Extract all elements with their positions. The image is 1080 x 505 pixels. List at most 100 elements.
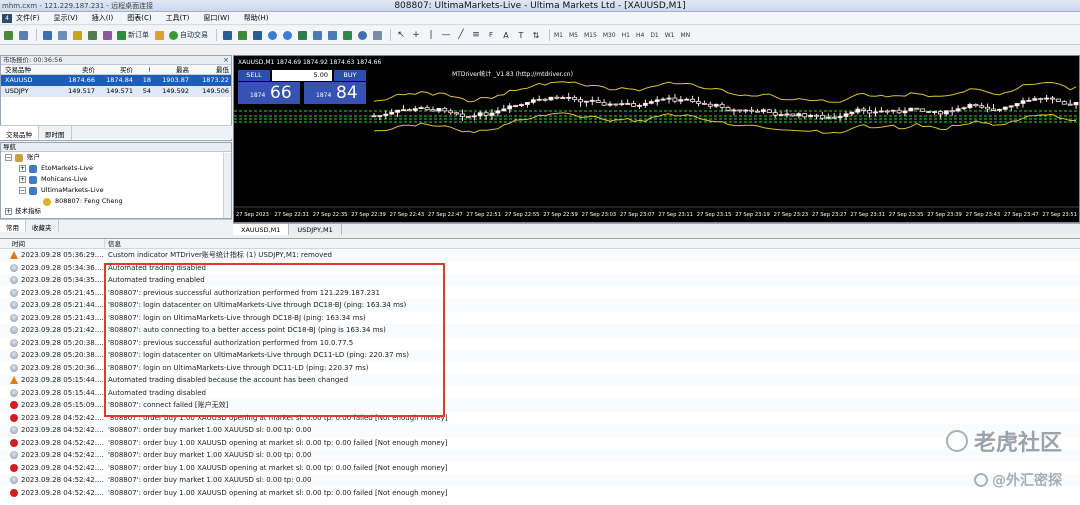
timeframe-m5[interactable]: M5 xyxy=(569,32,578,39)
new-chart-button[interactable] xyxy=(2,29,14,42)
journal-row[interactable]: 2023.09.28 05:36:29.... Custom indicator … xyxy=(0,249,1080,262)
metaeditor-button[interactable] xyxy=(153,29,165,42)
label-tool[interactable]: T xyxy=(515,29,527,42)
journal-row[interactable]: 2023.09.28 05:20:38.... '808807': previou… xyxy=(0,337,1080,350)
lot-size-input[interactable]: 5.00 xyxy=(272,70,332,81)
tab-common[interactable]: 常用 xyxy=(0,220,26,232)
expand-icon[interactable]: + xyxy=(19,176,26,183)
journal-row[interactable]: 2023.09.28 05:34:36.... Automated trading… xyxy=(0,262,1080,275)
menu-tools[interactable]: 工具(T) xyxy=(166,13,190,23)
journal-row[interactable]: 2023.09.28 04:52:42.... '808807': order b… xyxy=(0,437,1080,450)
tab-tick-chart[interactable]: 即时图 xyxy=(39,126,72,140)
menu-window[interactable]: 窗口(W) xyxy=(203,13,229,23)
expand-icon[interactable]: + xyxy=(19,165,26,172)
horizontal-line-tool[interactable]: — xyxy=(440,29,452,42)
nav-server-ultima[interactable]: − UltimaMarkets-Live xyxy=(1,185,231,196)
candles-button[interactable] xyxy=(236,29,248,42)
sell-price-box[interactable]: 1874 66 xyxy=(238,82,300,104)
journal-row[interactable]: 2023.09.28 05:20:36.... '808807': login o… xyxy=(0,362,1080,375)
navigator-scrollbar[interactable] xyxy=(223,153,231,218)
crosshair-tool[interactable]: + xyxy=(410,29,422,42)
menu-view[interactable]: 显示(V) xyxy=(54,13,78,23)
tester-button[interactable] xyxy=(101,29,113,42)
timeframe-m1[interactable]: M1 xyxy=(554,32,563,39)
buy-price-box[interactable]: 1874 84 xyxy=(304,82,366,104)
collapse-icon[interactable]: − xyxy=(19,187,26,194)
autoscroll-button[interactable] xyxy=(326,29,338,42)
arrows-tool[interactable]: ⇅ xyxy=(530,29,542,42)
timeframe-h4[interactable]: H4 xyxy=(636,32,644,39)
periods-button[interactable] xyxy=(356,29,368,42)
tile-windows-button[interactable] xyxy=(296,29,308,42)
templates-button[interactable] xyxy=(371,29,383,42)
channel-tool[interactable]: ≡ xyxy=(470,29,482,42)
journal-row[interactable]: 2023.09.28 05:15:09.... '808807': connect… xyxy=(0,399,1080,412)
journal-row[interactable]: 2023.09.28 05:21:45.... '808807': previou… xyxy=(0,287,1080,300)
info-icon xyxy=(10,276,18,284)
nav-accounts[interactable]: − 账户 xyxy=(1,152,231,163)
text-tool[interactable]: A xyxy=(500,29,512,42)
journal-row[interactable]: 2023.09.28 04:52:42.... '808807': order b… xyxy=(0,487,1080,500)
expand-icon[interactable]: + xyxy=(5,207,12,215)
journal-row[interactable]: 2023.09.28 05:34:35.... Automated trading… xyxy=(0,274,1080,287)
nav-server-mohicans[interactable]: + Mohicans-Live xyxy=(1,174,231,185)
time-label: 27 Sep 23:51 xyxy=(1042,212,1077,218)
terminal-button[interactable] xyxy=(86,29,98,42)
journal-row[interactable]: 2023.09.28 04:52:42.... '808807': order b… xyxy=(0,449,1080,462)
new-order-button[interactable]: 新订单 xyxy=(116,29,150,42)
journal-row[interactable]: 2023.09.28 05:21:44.... '808807': login d… xyxy=(0,299,1080,312)
journal-row[interactable]: 2023.09.28 04:52:42.... '808807': order b… xyxy=(0,474,1080,487)
fibonacci-tool[interactable]: F xyxy=(485,29,497,42)
journal-row[interactable]: 2023.09.28 04:52:42.... '808807': order b… xyxy=(0,462,1080,475)
timeframe-h1[interactable]: H1 xyxy=(622,32,630,39)
chart-shift-icon xyxy=(312,30,322,40)
new-order-icon xyxy=(117,30,126,40)
candle-body xyxy=(1061,101,1067,105)
time-label: 27 Sep 22:47 xyxy=(428,212,463,218)
zoom-in-button[interactable] xyxy=(266,29,278,42)
tab-chart-usdjpy[interactable]: USDJPY,M1 xyxy=(289,224,342,235)
menu-chart[interactable]: 图表(C) xyxy=(127,13,151,23)
timeframe-m30[interactable]: M30 xyxy=(603,32,616,39)
journal-row[interactable]: 2023.09.28 05:21:42.... '808807': auto co… xyxy=(0,324,1080,337)
price-chart[interactable]: XAUUSD,M1 1874.69 1874.92 1874.63 1874.6… xyxy=(233,55,1080,223)
tab-favorites[interactable]: 收藏夹 xyxy=(26,220,59,232)
journal-row[interactable]: 2023.09.28 04:52:42.... '808807': order b… xyxy=(0,424,1080,437)
menu-insert[interactable]: 插入(I) xyxy=(92,13,114,23)
tab-symbols[interactable]: 交易品种 xyxy=(0,126,39,140)
vertical-line-tool[interactable]: | xyxy=(425,29,437,42)
bar-chart-button[interactable] xyxy=(221,29,233,42)
chart-shift-button[interactable] xyxy=(311,29,323,42)
line-chart-button[interactable] xyxy=(251,29,263,42)
market-row-xauusd[interactable]: XAUUSD 1874.66 1874.84 18 1903.87 1873.2… xyxy=(1,75,231,86)
collapse-icon[interactable]: − xyxy=(5,154,12,161)
timeframe-d1[interactable]: D1 xyxy=(650,32,658,39)
buy-button[interactable]: BUY xyxy=(334,70,366,81)
menu-help[interactable]: 帮助(H) xyxy=(244,13,269,23)
nav-server-eto[interactable]: + EtoMarkets-Live xyxy=(1,163,231,174)
journal-row[interactable]: 2023.09.28 04:52:42.... '808807': order b… xyxy=(0,412,1080,425)
navigator-button[interactable] xyxy=(71,29,83,42)
market-row-usdjpy[interactable]: USDJPY 149.517 149.571 54 149.592 149.50… xyxy=(1,86,231,97)
close-icon[interactable]: × xyxy=(223,56,229,64)
sell-button[interactable]: SELL xyxy=(238,70,270,81)
menu-file[interactable]: 文件(F) xyxy=(16,13,40,23)
journal-row[interactable]: 2023.09.28 05:20:38.... '808807': login d… xyxy=(0,349,1080,362)
timeframe-w1[interactable]: W1 xyxy=(665,32,675,39)
timeframe-m15[interactable]: M15 xyxy=(584,32,597,39)
indicators-button[interactable] xyxy=(341,29,353,42)
journal-row[interactable]: 2023.09.28 05:15:44.... Automated trading… xyxy=(0,374,1080,387)
market-watch-button[interactable] xyxy=(41,29,53,42)
timeframe-mn[interactable]: MN xyxy=(681,32,691,39)
cursor-tool[interactable]: ↖ xyxy=(395,29,407,42)
zoom-out-button[interactable] xyxy=(281,29,293,42)
journal-row[interactable]: 2023.09.28 05:15:44.... Automated trading… xyxy=(0,387,1080,400)
journal-row[interactable]: 2023.09.28 05:21:43.... '808807': login o… xyxy=(0,312,1080,325)
auto-trading-button[interactable]: 自动交易 xyxy=(168,29,209,42)
nav-indicators[interactable]: + 技术指标 xyxy=(1,207,231,215)
trendline-tool[interactable]: ╱ xyxy=(455,29,467,42)
data-window-button[interactable] xyxy=(56,29,68,42)
tab-chart-xauusd[interactable]: XAUUSD,M1 xyxy=(233,224,290,235)
profiles-button[interactable] xyxy=(17,29,29,42)
nav-account-808807[interactable]: 808807: Feng Cheng xyxy=(1,196,231,207)
